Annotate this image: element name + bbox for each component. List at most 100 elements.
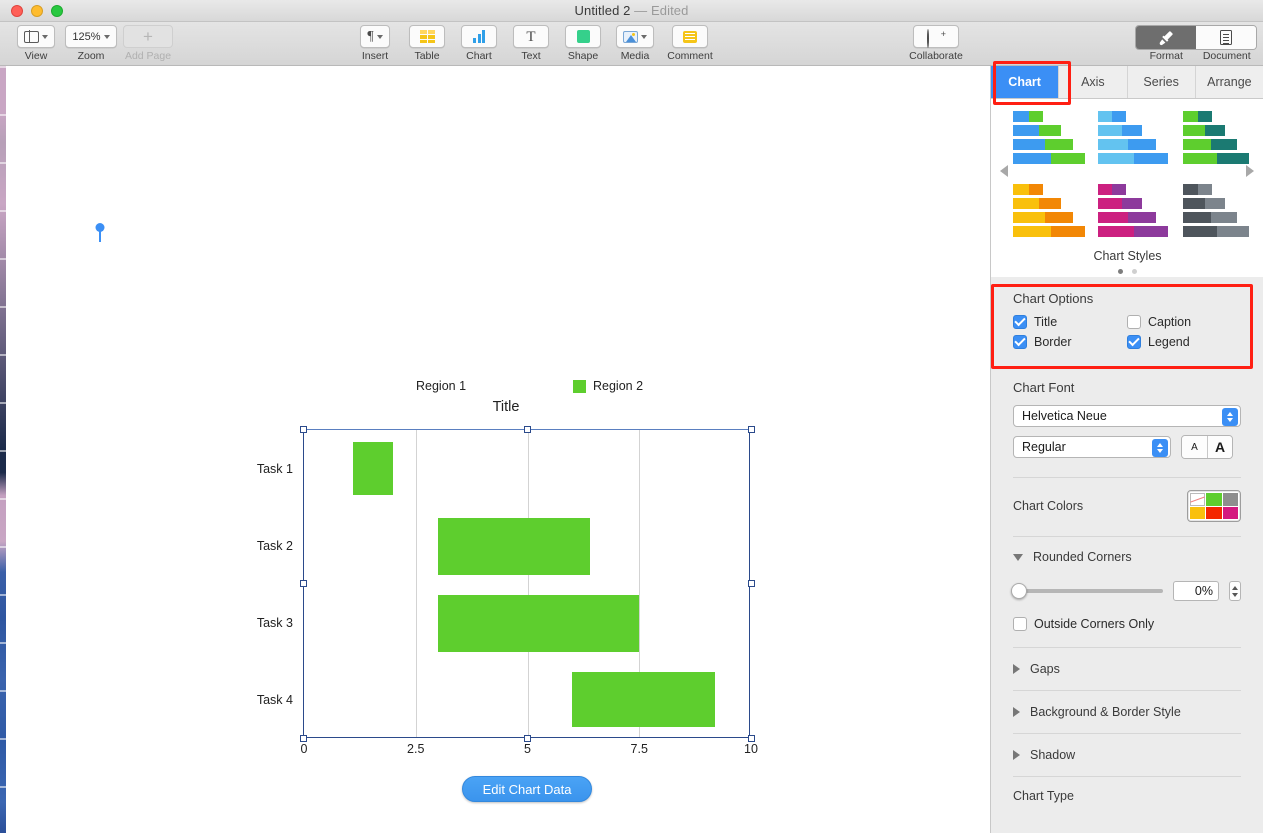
checkbox-caption[interactable]: Caption — [1127, 315, 1191, 329]
background-border-style-section-header[interactable]: Background & Border Style — [991, 691, 1263, 719]
checkbox-title[interactable]: Title — [1013, 315, 1127, 329]
selection-handle-bottom-right[interactable] — [748, 735, 755, 742]
toolbar-insert-button[interactable]: ¶ Insert — [347, 25, 403, 62]
toolbar-add-page-button: + Add Page — [120, 25, 176, 62]
color-swatch-none[interactable] — [1190, 493, 1205, 506]
chart-styles-gallery[interactable]: Chart Styles — [991, 99, 1263, 277]
color-swatch-green[interactable] — [1206, 493, 1221, 506]
bar-task-4[interactable] — [572, 672, 715, 727]
rounded-corners-slider[interactable] — [1013, 589, 1163, 593]
document-title: Untitled 2 — Edited — [0, 3, 1263, 18]
color-swatch-red[interactable] — [1206, 507, 1221, 520]
toolbar-chart-button[interactable]: Chart — [451, 25, 507, 62]
selection-handle-top-center[interactable] — [524, 426, 531, 433]
brush-icon — [1158, 30, 1174, 46]
tab-axis[interactable]: Axis — [1059, 66, 1127, 98]
chevron-down-icon — [377, 35, 383, 39]
toolbar-text-button[interactable]: T Text — [503, 25, 559, 62]
rounded-corners-value-field[interactable]: 0% — [1173, 581, 1219, 601]
chart-plot-area[interactable]: Task 1 Task 2 Task 3 Task 4 0 2.5 5 7.5 … — [303, 429, 750, 738]
increase-font-size-button[interactable]: A — [1207, 436, 1232, 458]
chart-style-thumb-green-teal[interactable] — [1183, 111, 1255, 167]
selection-handle-middle-right[interactable] — [748, 580, 755, 587]
chart-style-thumb-lightblue-blue[interactable] — [1098, 111, 1170, 167]
toolbar-table-button[interactable]: Table — [399, 25, 455, 62]
format-panel-button[interactable] — [1136, 26, 1196, 49]
checkbox-border-box[interactable] — [1013, 335, 1027, 349]
checkbox-outside-corners-box[interactable] — [1013, 617, 1027, 631]
selection-handle-middle-left[interactable] — [300, 580, 307, 587]
selection-handle-bottom-left[interactable] — [300, 735, 307, 742]
shape-icon — [577, 30, 590, 43]
chart-style-thumb-yellow-orange[interactable] — [1013, 184, 1085, 240]
color-swatch-magenta[interactable] — [1223, 507, 1238, 520]
toolbar-zoom-button[interactable]: 125% Zoom — [63, 25, 119, 62]
bar-task-2[interactable] — [438, 518, 590, 575]
checkbox-outside-corners-only[interactable]: Outside Corners Only — [1013, 617, 1241, 631]
bar-task-1[interactable] — [353, 442, 393, 495]
chart-font-family-select[interactable]: Helvetica Neue — [1013, 405, 1241, 427]
chart-font-style-select[interactable]: Regular — [1013, 436, 1171, 458]
checkbox-border[interactable]: Border — [1013, 335, 1127, 349]
rounded-corners-header[interactable]: Rounded Corners — [1013, 550, 1241, 564]
checkbox-legend-box[interactable] — [1127, 335, 1141, 349]
document-canvas[interactable]: Region 1 Region 2 Title Task 1 Task 2 Ta… — [6, 66, 990, 833]
selection-handle-top-right[interactable] — [748, 426, 755, 433]
chart-legend[interactable]: Region 1 Region 2 — [396, 379, 796, 397]
toolbar-shape-button[interactable]: Shape — [555, 25, 611, 62]
chart-options-section: Chart Options Title Caption Border — [991, 277, 1263, 349]
page-dot-1[interactable] — [1118, 269, 1123, 274]
checkbox-title-box[interactable] — [1013, 315, 1027, 329]
toolbar-media-button[interactable]: Media — [607, 25, 663, 62]
legend-item-region-1[interactable]: Region 1 — [396, 379, 466, 393]
edit-chart-data-button[interactable]: Edit Chart Data — [462, 776, 592, 802]
toolbar-view-label: View — [25, 50, 48, 62]
rounded-corners-slider-knob[interactable] — [1011, 583, 1027, 599]
checkbox-caption-box[interactable] — [1127, 315, 1141, 329]
checkbox-legend[interactable]: Legend — [1127, 335, 1190, 349]
toolbar-comment-button[interactable]: Comment — [662, 25, 718, 62]
disclosure-triangle-icon[interactable] — [1013, 664, 1020, 674]
chart-object[interactable]: Region 1 Region 2 Title Task 1 Task 2 Ta… — [246, 311, 766, 731]
gaps-section-header[interactable]: Gaps — [991, 648, 1263, 676]
document-panel-button[interactable] — [1196, 26, 1256, 49]
shadow-section-header[interactable]: Shadow — [991, 734, 1263, 762]
color-swatch-gray[interactable] — [1223, 493, 1238, 506]
paragraph-icon: ¶ — [367, 30, 373, 44]
toolbar-collaborate-label: Collaborate — [909, 50, 963, 62]
rounded-corners-stepper[interactable] — [1229, 581, 1241, 601]
text-icon: T — [526, 30, 535, 44]
chevron-down-icon — [641, 35, 647, 39]
tab-series[interactable]: Series — [1128, 66, 1196, 98]
color-swatch-yellow[interactable] — [1190, 507, 1205, 520]
selection-handle-bottom-center[interactable] — [524, 735, 531, 742]
category-label-task-4: Task 4 — [257, 693, 293, 707]
disclosure-triangle-icon[interactable] — [1013, 554, 1023, 561]
tab-arrange[interactable]: Arrange — [1196, 66, 1263, 98]
chevron-updown-icon[interactable] — [1222, 408, 1238, 426]
chart-title[interactable]: Title — [246, 399, 766, 415]
page-dot-2[interactable] — [1132, 269, 1137, 274]
legend-item-region-2[interactable]: Region 2 — [573, 379, 643, 393]
chart-style-thumb-magenta-purple[interactable] — [1098, 184, 1170, 240]
toolbar-collaborate-button[interactable]: + Collaborate — [901, 25, 971, 62]
toolbar-chart-label: Chart — [466, 50, 492, 62]
chart-style-thumb-blue-green[interactable] — [1013, 111, 1085, 167]
collaborate-icon: + — [927, 30, 945, 44]
disclosure-triangle-icon[interactable] — [1013, 707, 1020, 717]
bar-task-3[interactable] — [438, 595, 639, 652]
toolbar-view-button[interactable]: View — [8, 25, 64, 62]
chart-styles-next-arrow[interactable] — [1246, 165, 1254, 177]
decrease-font-size-button[interactable]: A — [1182, 436, 1207, 458]
chart-type-section-header[interactable]: Chart Type — [991, 777, 1263, 803]
xtick-label-2-5: 2.5 — [407, 742, 424, 756]
selection-handle-top-left[interactable] — [300, 426, 307, 433]
chart-style-thumb-darkgray-gray[interactable] — [1183, 184, 1255, 240]
toolbar-text-label: Text — [521, 50, 540, 62]
disclosure-triangle-icon[interactable] — [1013, 750, 1020, 760]
checkbox-title-label: Title — [1034, 315, 1057, 329]
chart-styles-prev-arrow[interactable] — [1000, 165, 1008, 177]
chart-colors-well[interactable] — [1187, 490, 1241, 522]
chevron-updown-icon[interactable] — [1152, 439, 1168, 457]
tab-chart[interactable]: Chart — [991, 66, 1059, 98]
